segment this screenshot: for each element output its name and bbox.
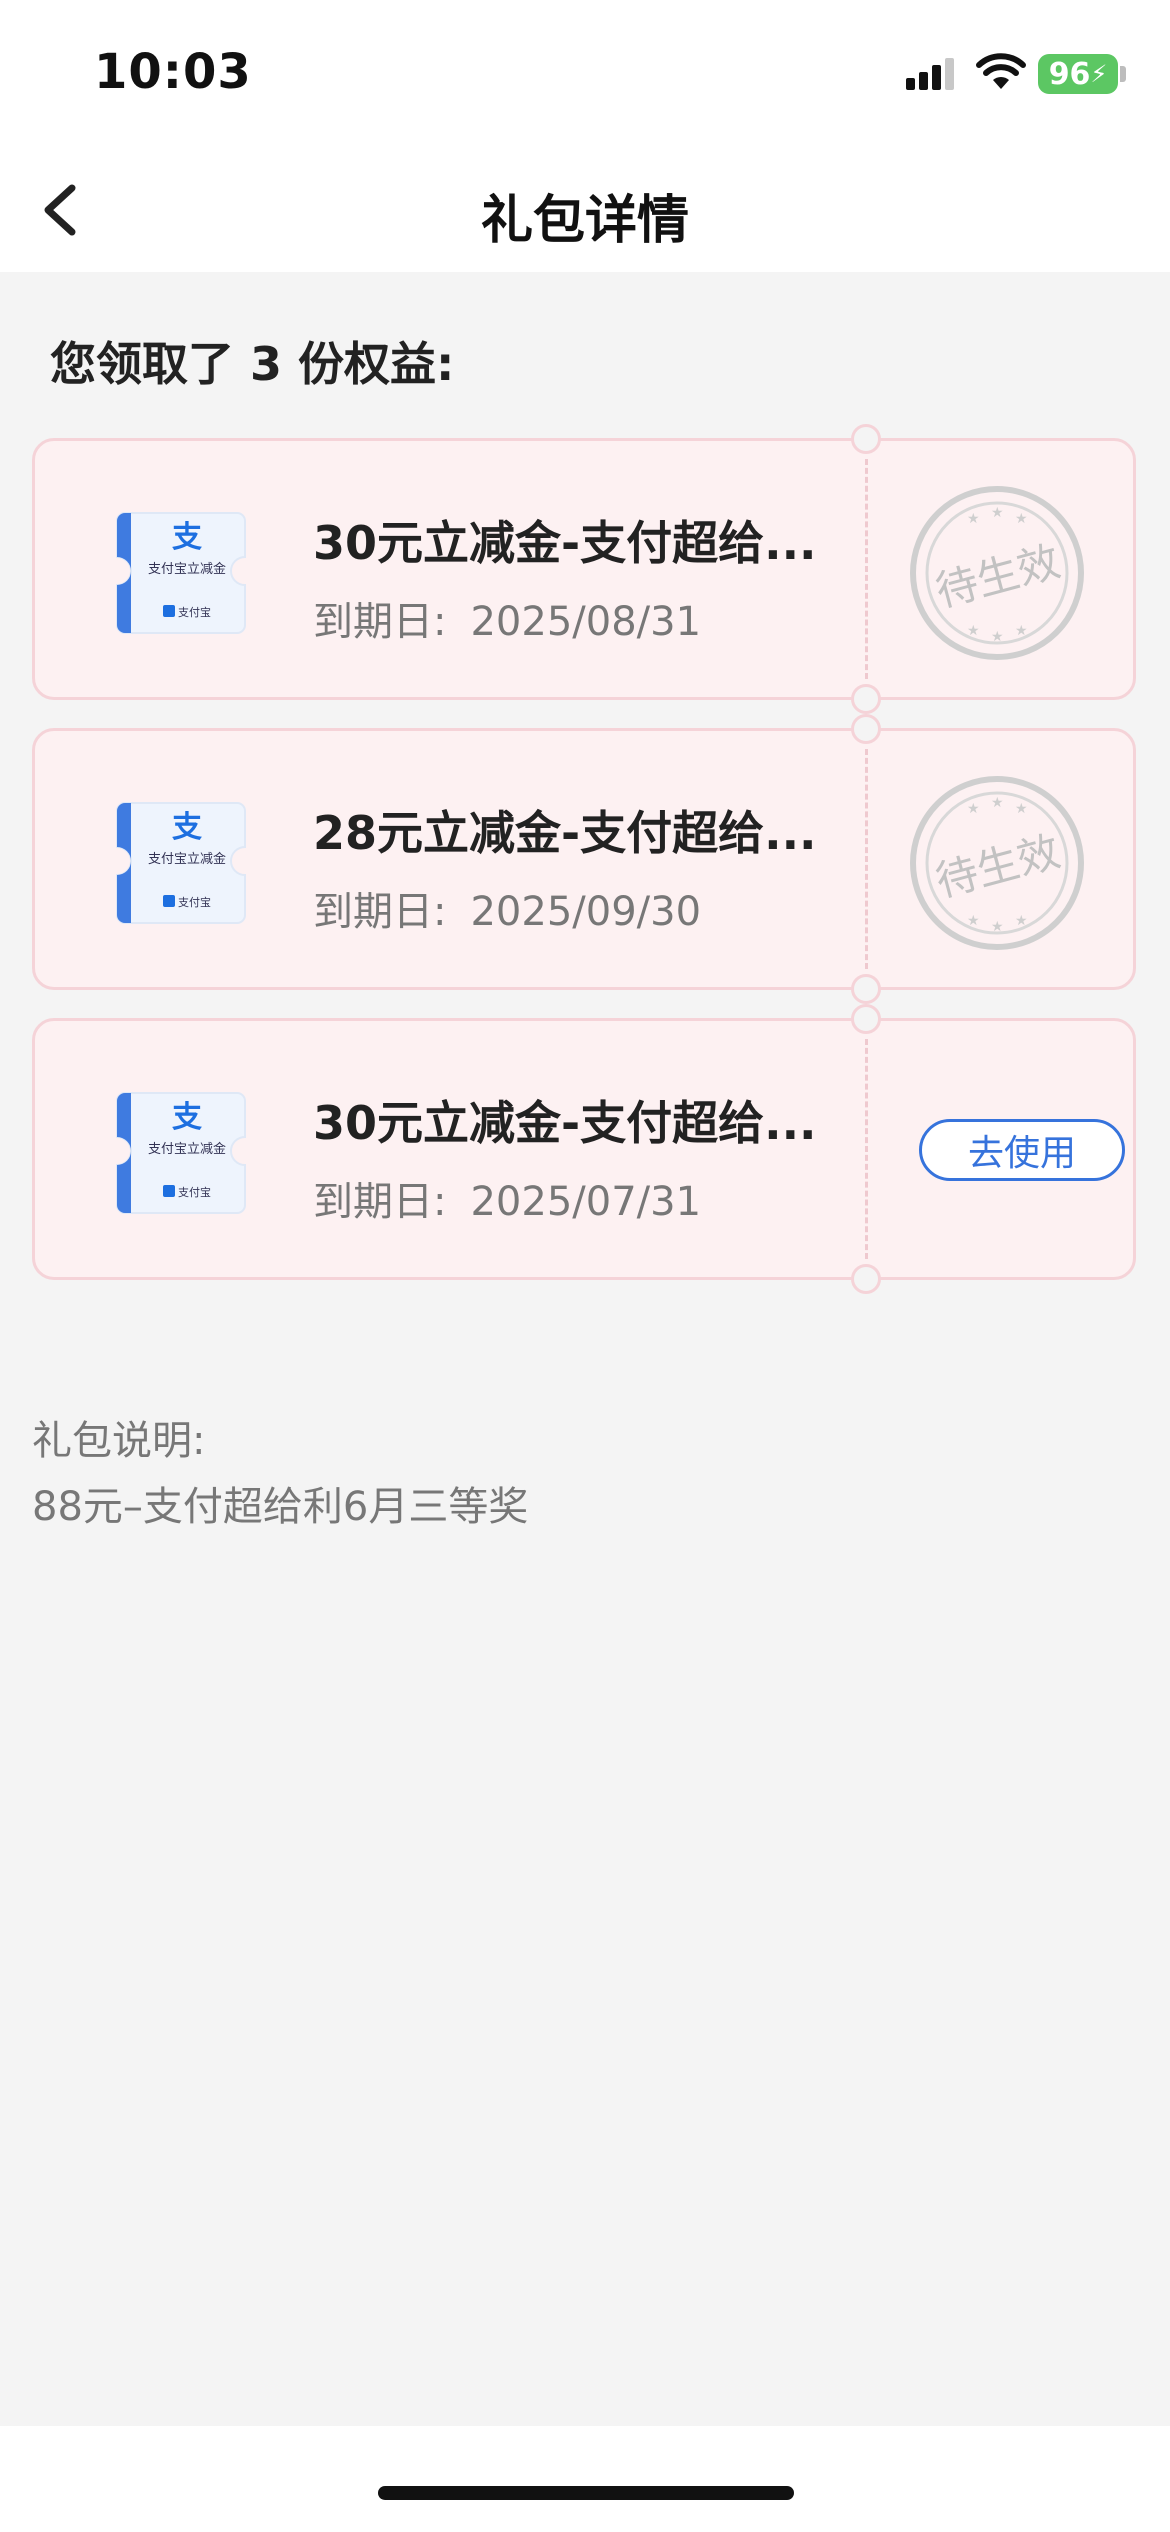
coupon-card-text: 支付宝立减金 bbox=[148, 851, 226, 867]
received-summary: 您领取了 3 份权益: bbox=[50, 337, 455, 391]
pending-stamp: ★ ★ ★ ★ ★ ★ 待生效 bbox=[907, 773, 1087, 953]
coupon-divider bbox=[865, 749, 868, 969]
coupon-card-text: 支付宝立减金 bbox=[148, 1141, 226, 1157]
coupon-expire: 到期日: 2025/09/30 bbox=[313, 879, 701, 937]
coupon-notch bbox=[851, 424, 881, 454]
coupon-card-text: 支付宝立减金 bbox=[148, 561, 226, 577]
coupon-card[interactable]: 支 支付宝立减金 支付宝 30元立减金-支付超给... 到期日: 2025/07/… bbox=[32, 1004, 1136, 1294]
coupon-brand-text: 支付宝 bbox=[178, 605, 211, 619]
battery-level: 96 bbox=[1048, 56, 1091, 92]
expire-label: 到期日: bbox=[313, 1179, 447, 1225]
coupon-notch bbox=[851, 1004, 881, 1034]
use-coupon-button[interactable]: 去使用 bbox=[919, 1119, 1125, 1181]
wifi-icon bbox=[976, 53, 1026, 89]
svg-text:支: 支 bbox=[172, 810, 202, 845]
svg-text:支: 支 bbox=[172, 1100, 202, 1135]
coupon-brand-text: 支付宝 bbox=[178, 1185, 211, 1199]
expire-label: 到期日: bbox=[313, 889, 447, 935]
coupon-title: 30元立减金-支付超给... bbox=[313, 516, 817, 570]
coupon-notch bbox=[851, 714, 881, 744]
coupon-divider bbox=[865, 1039, 868, 1259]
battery-icon: 96 ⚡ bbox=[1038, 54, 1118, 94]
coupon-notch bbox=[851, 1264, 881, 1294]
cellular-signal-icon bbox=[906, 58, 954, 90]
expire-date: 2025/09/30 bbox=[470, 889, 702, 935]
coupon-title: 28元立减金-支付超给... bbox=[313, 806, 817, 860]
status-bar: 10:03 96 ⚡ bbox=[0, 0, 1170, 150]
coupon-notch bbox=[851, 684, 881, 714]
coupon-brand-text: 支付宝 bbox=[178, 895, 211, 909]
coupon-expire: 到期日: 2025/07/31 bbox=[313, 1169, 701, 1227]
alipay-coupon-icon: 支 支付宝立减金 支付宝 bbox=[116, 512, 246, 634]
expire-label: 到期日: bbox=[313, 599, 447, 645]
alipay-coupon-icon: 支 支付宝立减金 支付宝 bbox=[116, 802, 246, 924]
home-area bbox=[0, 2426, 1170, 2532]
nav-bar: 礼包详情 bbox=[0, 150, 1170, 272]
coupon-card[interactable]: 支 支付宝立减金 支付宝 30元立减金-支付超给... 到期日: 2025/08/… bbox=[32, 424, 1136, 714]
expire-date: 2025/08/31 bbox=[470, 599, 702, 645]
page-title: 礼包详情 bbox=[480, 191, 689, 251]
description-label: 礼包说明: bbox=[32, 1418, 206, 1464]
alipay-coupon-icon: 支 支付宝立减金 支付宝 bbox=[116, 1092, 246, 1214]
coupon-expire: 到期日: 2025/08/31 bbox=[313, 589, 701, 647]
status-time: 10:03 bbox=[94, 44, 252, 100]
battery-cap bbox=[1120, 66, 1126, 82]
expire-date: 2025/07/31 bbox=[470, 1179, 702, 1225]
coupon-title: 30元立减金-支付超给... bbox=[313, 1096, 817, 1150]
coupon-card[interactable]: 支 支付宝立减金 支付宝 28元立减金-支付超给... 到期日: 2025/09/… bbox=[32, 714, 1136, 1004]
description-text: 88元–支付超给利6月三等奖 bbox=[32, 1484, 529, 1530]
svg-text:支: 支 bbox=[172, 520, 202, 555]
home-indicator[interactable] bbox=[378, 2486, 794, 2500]
coupon-notch bbox=[851, 974, 881, 1004]
pending-stamp: ★ ★ ★ ★ ★ ★ 待生效 bbox=[907, 483, 1087, 663]
coupon-divider bbox=[865, 459, 868, 679]
